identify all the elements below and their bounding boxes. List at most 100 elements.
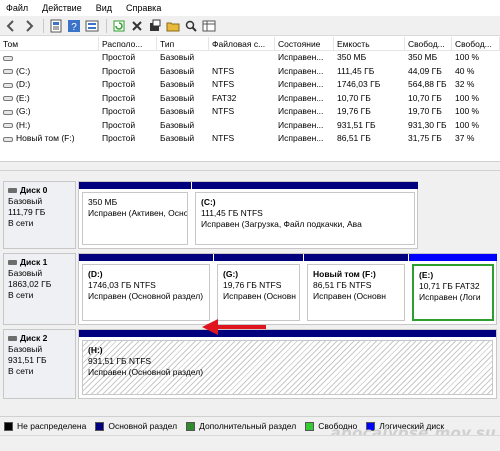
cell-capacity: 19,76 ГБ (337, 106, 371, 117)
disk-1-state: В сети (8, 290, 34, 300)
partition-size: 931,51 ГБ NTFS (88, 356, 152, 366)
legend-primary: Основной раздел (95, 421, 177, 431)
partition-body: (H:) 931,51 ГБ NTFS Исправен (Основной р… (82, 340, 493, 395)
volume-row[interactable]: (G:) Простой Базовый NTFS Исправен... 19,76 Г… (0, 105, 500, 119)
menu-file[interactable]: Файл (0, 0, 35, 16)
cell-status: Исправен... (278, 79, 324, 90)
cell-type: Базовый (160, 106, 195, 117)
volume-row[interactable]: (C:) Простой Базовый NTFS Исправен... 111,45 … (0, 65, 500, 79)
legend-swatch (305, 421, 315, 431)
partition-body: (D:) 1746,03 ГБ NTFS Исправен (Основной … (82, 264, 210, 321)
cell-freepct: 100 % (455, 92, 480, 103)
volume-icon (3, 69, 13, 74)
legend-swatch (4, 421, 13, 431)
cell-layout: Простой (102, 79, 136, 90)
menu-view[interactable]: Вид (89, 0, 119, 16)
disk-2-name: Диск 2 (20, 333, 48, 343)
cell-type: Базовый (160, 52, 195, 63)
legend-swatch (186, 421, 196, 431)
partition-bar (79, 330, 496, 337)
menu-help[interactable]: Справка (119, 0, 168, 16)
back-icon[interactable] (3, 18, 19, 34)
cell-type: Базовый (160, 92, 195, 103)
red-arrow-annotation (202, 319, 266, 335)
cell-layout: Простой (102, 92, 136, 103)
column-type[interactable]: Тип (157, 37, 209, 50)
partition-system-reserved[interactable]: 350 МБ Исправен (Активен, Основ (79, 182, 191, 248)
column-free-percent[interactable]: Свобод... (452, 37, 500, 50)
partition-title: (E:) (419, 270, 434, 280)
cell-status: Исправен... (278, 133, 324, 144)
cell-layout: Простой (102, 65, 136, 76)
help-icon[interactable]: ? (66, 18, 82, 34)
disk-list-icon[interactable] (84, 18, 100, 34)
cell-freepct: 40 % (455, 65, 475, 76)
disk-icon (8, 336, 17, 341)
partition-g[interactable]: (G:) 19,76 ГБ NTFS Исправен (Основн (214, 254, 303, 324)
toolbar-separator (43, 18, 44, 33)
column-free[interactable]: Свобод... (405, 37, 452, 50)
volume-icon (3, 96, 13, 101)
cell-status: Исправен... (278, 65, 324, 76)
partition-body: (G:) 19,76 ГБ NTFS Исправен (Основн (217, 264, 300, 321)
menu-action[interactable]: Действие (35, 0, 89, 16)
cell-capacity: 86,51 ГБ (337, 133, 371, 144)
cell-name: Новый том (F:) (0, 132, 99, 145)
column-status[interactable]: Состояние (275, 37, 334, 50)
cell-layout: Простой (102, 52, 136, 63)
search-icon[interactable] (183, 18, 199, 34)
cell-name: (H:) (0, 119, 99, 132)
partition-c[interactable]: (C:) 111,45 ГБ NTFS Исправен (Загрузка, … (192, 182, 418, 248)
disk-2-partitions: (H:) 931,51 ГБ NTFS Исправен (Основной р… (78, 329, 497, 399)
partition-title: (D:) (88, 269, 103, 279)
properties-icon[interactable] (48, 18, 64, 34)
column-volume[interactable]: Том (0, 37, 99, 50)
forward-icon[interactable] (21, 18, 37, 34)
disk-1-size: 1863,02 ГБ (8, 279, 52, 289)
partition-body: (E:) 10,71 ГБ FAT32 Исправен (Логи (412, 264, 494, 321)
cell-name: (C:) (0, 65, 99, 78)
volume-row[interactable]: Простой Базовый Исправен... 350 МБ 350 МБ 100… (0, 51, 500, 65)
partition-size: 1746,03 ГБ NTFS (88, 280, 156, 290)
legend-swatch (95, 421, 105, 431)
refresh-icon[interactable] (111, 18, 127, 34)
partition-d[interactable]: (D:) 1746,03 ГБ NTFS Исправен (Основной … (79, 254, 213, 324)
partition-e[interactable]: (E:) 10,71 ГБ FAT32 Исправен (Логи (409, 254, 497, 324)
cell-freepct: 100 % (455, 119, 480, 130)
volume-row[interactable]: (D:) Простой Базовый NTFS Исправен... 1746,03… (0, 78, 500, 92)
partition-status: Исправен (Активен, Основ (88, 208, 188, 218)
disk-0-size: 111,79 ГБ (8, 207, 46, 217)
partition-status: Исправен (Загрузка, Файл подкачки, Ава (201, 219, 362, 229)
cell-layout: Простой (102, 106, 136, 117)
delete-icon[interactable] (129, 18, 145, 34)
disk-1-kind: Базовый (8, 268, 43, 278)
column-layout[interactable]: Располо... (99, 37, 157, 50)
column-capacity[interactable]: Емкость (334, 37, 405, 50)
cell-status: Исправен... (278, 106, 324, 117)
svg-text:?: ? (71, 22, 77, 33)
disk-2-state: В сети (8, 366, 34, 376)
disk-1-label[interactable]: Диск 1 Базовый 1863,02 ГБ В сети (3, 253, 76, 325)
disk-0-partitions: 350 МБ Исправен (Активен, Основ (C:) 111… (78, 181, 418, 249)
cell-freepct: 100 % (455, 106, 480, 117)
column-filesystem[interactable]: Файловая с... (209, 37, 275, 50)
partition-title: (C:) (201, 197, 216, 207)
partition-h[interactable]: (H:) 931,51 ГБ NTFS Исправен (Основной р… (79, 330, 496, 398)
grid-icon[interactable] (201, 18, 217, 34)
pane-splitter[interactable] (0, 161, 500, 171)
new-icon[interactable] (147, 18, 163, 34)
volume-list: Том Располо... Тип Файловая с... Состоян… (0, 37, 500, 145)
volume-row[interactable]: Новый том (F:) Простой Базовый NTFS Исправен… (0, 132, 500, 146)
cell-freepct: 37 % (455, 133, 475, 144)
cell-name: (E:) (0, 92, 99, 105)
disk-2-label[interactable]: Диск 2 Базовый 931,51 ГБ В сети (3, 329, 76, 399)
cell-capacity: 931,51 ГБ (337, 119, 376, 130)
partition-f[interactable]: Новый том (F:) 86,51 ГБ NTFS Исправен (О… (304, 254, 408, 324)
volume-row[interactable]: (E:) Простой Базовый FAT32 Исправен... 10,70 … (0, 92, 500, 106)
open-folder-icon[interactable] (165, 18, 181, 34)
partition-status: Исправен (Основн (313, 291, 386, 301)
legend-label: Дополнительный раздел (199, 421, 297, 431)
disk-0-label[interactable]: Диск 0 Базовый 111,79 ГБ В сети (3, 181, 76, 249)
volume-row[interactable]: (H:) Простой Базовый Исправен... 931,51 ГБ 93… (0, 119, 500, 133)
cell-free: 31,75 ГБ (408, 133, 442, 144)
